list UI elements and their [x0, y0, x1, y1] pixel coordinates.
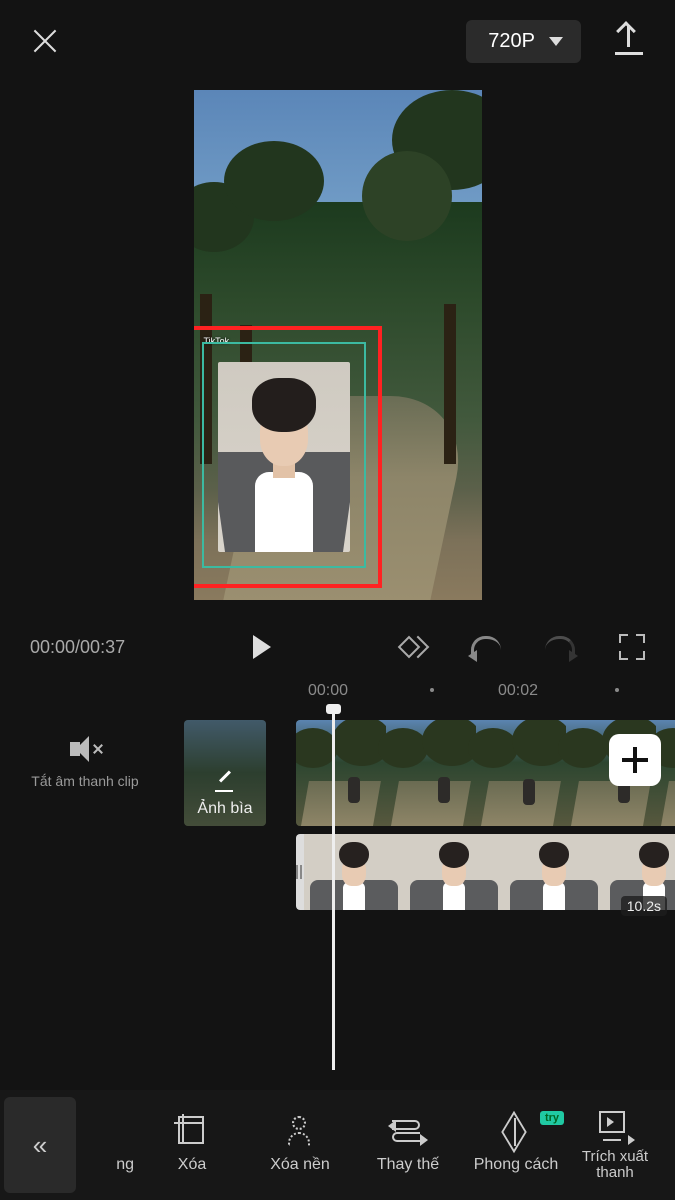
bottom-toolbar: « ng Xóa Xóa nền Thay thế try Phong cách… — [0, 1090, 675, 1200]
person-cutout-icon — [282, 1116, 318, 1148]
timeline-ruler[interactable]: 00:00 00:02 — [0, 672, 675, 708]
tool-label: Xóa — [178, 1156, 206, 1174]
chevron-down-icon — [549, 37, 563, 46]
tool-style[interactable]: try Phong cách — [462, 1109, 570, 1182]
speaker-mute-icon — [66, 734, 104, 764]
fullscreen-button[interactable] — [619, 634, 645, 660]
overlay-duration-badge: 10.2s — [621, 896, 667, 916]
overlay-track[interactable] — [296, 834, 675, 910]
tool-label: Xóa nền — [270, 1156, 330, 1174]
extract-icon — [597, 1109, 633, 1141]
tool-crop[interactable]: Xóa — [138, 1109, 246, 1182]
playhead[interactable] — [332, 708, 335, 1070]
playback-controls: 00:00/00:37 — [0, 622, 675, 672]
tool-label: ng — [116, 1156, 134, 1174]
resolution-value: 720P — [488, 30, 535, 53]
back-button[interactable]: « — [4, 1097, 76, 1193]
overlay-track-handle[interactable] — [292, 862, 306, 882]
cube-icon — [498, 1116, 534, 1148]
tool-label: Thay thế — [377, 1156, 439, 1174]
cover-thumbnail[interactable]: Ảnh bìa — [184, 720, 266, 826]
timecode-display: 00:00/00:37 — [30, 637, 125, 658]
mute-clip-button[interactable]: Tắt âm thanh clip — [0, 734, 170, 790]
mute-label: Tắt âm thanh clip — [31, 772, 138, 790]
swap-icon — [390, 1116, 426, 1148]
edit-icon — [215, 772, 235, 792]
ruler-tick: 00:02 — [498, 682, 538, 700]
play-button[interactable] — [253, 635, 271, 659]
cover-label: Ảnh bìa — [197, 800, 252, 826]
tool-remove-bg[interactable]: Xóa nền — [246, 1109, 354, 1182]
keyframe-button[interactable] — [399, 633, 427, 661]
resolution-dropdown[interactable]: 720P — [466, 20, 581, 63]
preview-area: TikTok — [0, 76, 675, 622]
ruler-dot — [430, 688, 434, 692]
overlay-image[interactable] — [218, 362, 350, 552]
try-badge: try — [540, 1111, 564, 1125]
ruler-tick: 00:00 — [308, 682, 348, 700]
video-preview[interactable]: TikTok — [194, 90, 482, 600]
ruler-dot — [615, 688, 619, 692]
crop-icon — [174, 1116, 210, 1148]
tool-icon — [98, 1116, 134, 1148]
tool-replace[interactable]: Thay thế — [354, 1109, 462, 1182]
timeline[interactable]: Tắt âm thanh clip Ảnh bìa 10.2s — [0, 708, 675, 1138]
tool-label: Trích xuất thanh — [570, 1149, 660, 1182]
undo-button[interactable] — [471, 636, 501, 658]
tool-strip: ng Xóa Xóa nền Thay thế try Phong cách T… — [82, 1109, 675, 1182]
top-right-group: 720P — [466, 20, 645, 63]
redo-button[interactable] — [545, 636, 575, 658]
export-button[interactable] — [613, 25, 645, 57]
add-clip-button[interactable] — [609, 734, 661, 786]
top-bar: 720P — [0, 0, 675, 76]
tool-partial-left[interactable]: ng — [82, 1109, 138, 1182]
tool-label: Phong cách — [474, 1156, 559, 1174]
close-button[interactable] — [30, 26, 60, 56]
tool-extract-audio[interactable]: Trích xuất thanh — [570, 1109, 660, 1182]
